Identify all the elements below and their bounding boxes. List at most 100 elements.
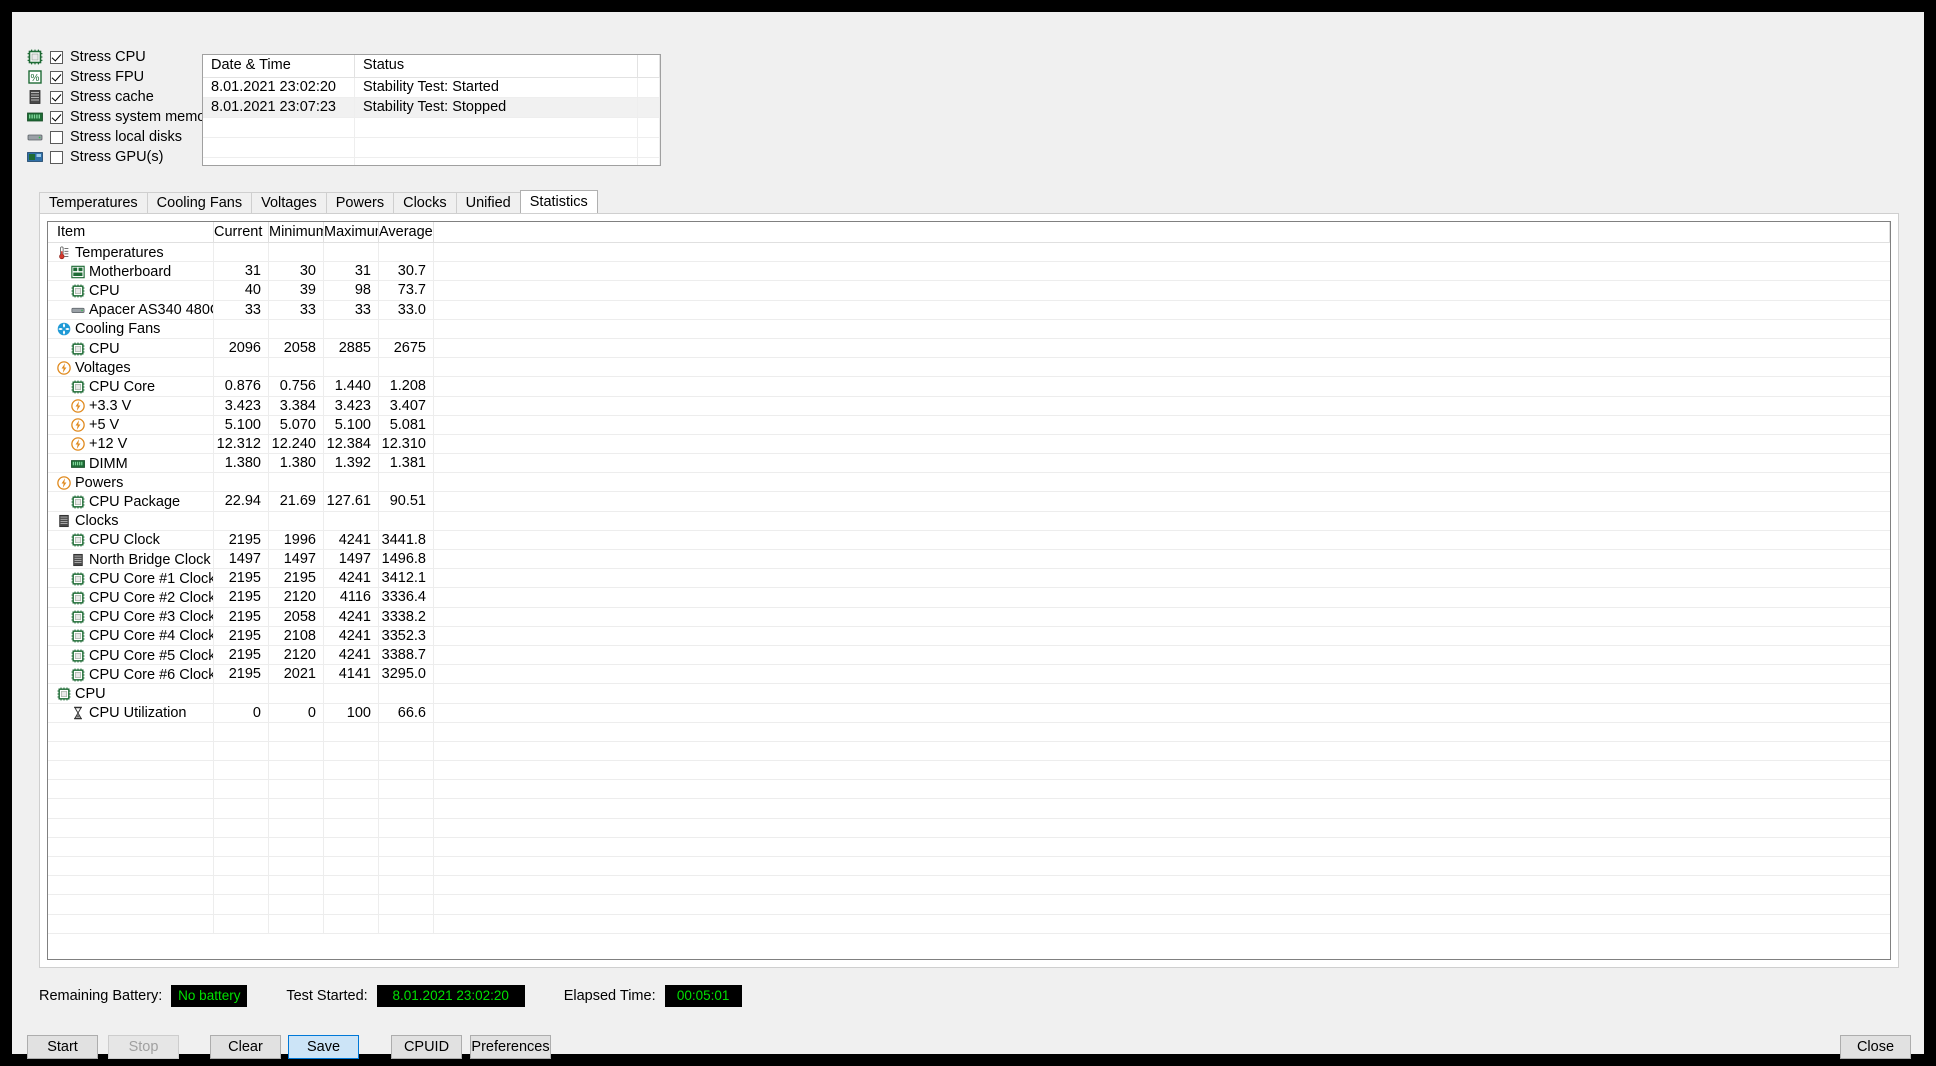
event-log-list[interactable]: Date & Time Status 8.01.2021 23:02:20 Sta… (202, 54, 661, 166)
statistics-row[interactable]: CPU Core #2 Clock 2195 2120 4116 3336.4 (48, 588, 1890, 608)
close-button[interactable]: Close (1840, 1035, 1911, 1059)
statistics-row[interactable]: Powers (48, 473, 1890, 493)
statistics-cell-maximum: 4241 (324, 607, 379, 626)
stop-button: Stop (108, 1035, 179, 1059)
tab-statistics[interactable]: Statistics (519, 190, 598, 213)
statistics-row[interactable]: CPU Utilization 0 0 100 66.6 (48, 703, 1890, 723)
stress-option-checkbox[interactable] (50, 110, 63, 124)
stress-option-row[interactable]: Stress local disks (27, 127, 192, 147)
log-column-status[interactable]: Status (355, 55, 638, 77)
cpu-chip-icon (71, 610, 89, 624)
statistics-cell-maximum (324, 684, 379, 703)
stress-option-checkbox[interactable] (50, 70, 63, 84)
stress-option-checkbox[interactable] (50, 130, 63, 144)
tab-clocks[interactable]: Clocks (393, 192, 457, 213)
clear-button[interactable]: Clear (210, 1035, 281, 1059)
system-stability-test-dialog: Stress CPU% Stress FPU Stress cache Stress … (12, 12, 1924, 1059)
cpuid-button[interactable]: CPUID (391, 1035, 462, 1059)
motherboard-icon (71, 265, 89, 279)
statistics-cell-maximum: 4241 (324, 626, 379, 645)
statistics-cell-minimum: 1996 (269, 530, 324, 549)
statistics-cell-empty (379, 895, 434, 914)
column-header-minimum[interactable]: Minimum (269, 222, 324, 242)
statistics-row[interactable]: CPU (48, 684, 1890, 704)
statistics-cell-current: 2195 (214, 569, 269, 588)
statistics-cell-current: 2195 (214, 626, 269, 645)
statistics-row[interactable]: Temperatures (48, 243, 1890, 263)
statistics-cell-maximum: 5.100 (324, 415, 379, 434)
preferences-button[interactable]: Preferences (470, 1035, 551, 1059)
statistics-grid[interactable]: ItemCurrentMinimumMaximumAverageTemperat… (47, 221, 1891, 960)
stress-option-checkbox[interactable] (50, 150, 63, 164)
statistics-row[interactable]: +3.3 V 3.423 3.384 3.423 3.407 (48, 396, 1890, 416)
statistics-row[interactable]: Cooling Fans (48, 319, 1890, 339)
tab-voltages[interactable]: Voltages (251, 192, 327, 213)
test-started-label: Test Started: (286, 988, 368, 1004)
statistics-row[interactable]: CPU Core #6 Clock 2195 2021 4141 3295.0 (48, 665, 1890, 685)
statistics-header-row: ItemCurrentMinimumMaximumAverage (48, 222, 1890, 243)
statistics-item-label: CPU (89, 340, 120, 357)
statistics-row[interactable]: CPU Core #4 Clock 2195 2108 4241 3352.3 (48, 626, 1890, 646)
statistics-row[interactable]: CPU Core #3 Clock 2195 2058 4241 3338.2 (48, 607, 1890, 627)
statistics-cell-empty (48, 780, 214, 799)
statistics-row[interactable]: CPU Core #5 Clock 2195 2120 4241 3388.7 (48, 645, 1890, 666)
log-cell-empty (203, 138, 355, 157)
stress-option-row[interactable]: % Stress FPU (27, 67, 192, 87)
stress-option-row[interactable]: Stress CPU (27, 47, 192, 67)
statistics-row[interactable]: Clocks (48, 511, 1890, 531)
statistics-row-empty (48, 914, 1890, 934)
statistics-row[interactable]: Voltages (48, 358, 1890, 378)
column-header-maximum[interactable]: Maximum (324, 222, 379, 242)
statistics-cell-item: CPU (48, 281, 214, 300)
statistics-cell-item: Powers (48, 473, 214, 492)
statistics-row[interactable]: CPU 40 39 98 73.7 (48, 281, 1890, 301)
statistics-row[interactable]: CPU Clock 2195 1996 4241 3441.8 (48, 530, 1890, 550)
statistics-cell-empty (324, 780, 379, 799)
tab-unified[interactable]: Unified (455, 192, 521, 213)
stress-options-list: Stress CPU% Stress FPU Stress cache Stress … (27, 47, 217, 167)
statistics-cell-spacer (434, 665, 1890, 683)
column-header-item[interactable]: Item (48, 222, 214, 242)
statistics-cell-current: 40 (214, 281, 269, 300)
statistics-row[interactable]: CPU Package 22.94 21.69 127.61 90.51 (48, 492, 1890, 512)
log-column-datetime[interactable]: Date & Time (203, 55, 355, 77)
stress-option-row[interactable]: Stress cache (27, 87, 192, 107)
start-button[interactable]: Start (27, 1035, 98, 1059)
statistics-cell-empty (324, 857, 379, 876)
statistics-row[interactable]: Motherboard 31 30 31 30.7 (48, 262, 1890, 282)
statistics-row[interactable]: Apacer AS340 480GB33333333.0 (48, 300, 1890, 320)
statistics-cell-empty (214, 857, 269, 876)
statistics-row[interactable]: CPU Core 0.876 0.756 1.440 1.208 (48, 377, 1890, 397)
statistics-row[interactable]: +12 V 12.312 12.240 12.384 12.310 (48, 434, 1890, 455)
statistics-cell-item: CPU (48, 338, 214, 358)
statistics-cell-empty (269, 857, 324, 876)
statistics-cell-item: CPU Clock (48, 530, 214, 549)
tab-cooling-fans[interactable]: Cooling Fans (146, 192, 253, 213)
statistics-cell-minimum (269, 473, 324, 492)
save-button[interactable]: Save (288, 1035, 359, 1059)
column-header-current[interactable]: Current (214, 222, 269, 242)
statistics-cell-average: 30.7 (379, 262, 434, 281)
statistics-cell-maximum: 1.440 (324, 377, 379, 396)
stress-option-row[interactable]: Stress system memory (27, 107, 217, 127)
statistics-row[interactable]: CPU 2096 2058 2885 2675 (48, 338, 1890, 359)
statistics-cell-item: CPU Package (48, 492, 214, 511)
stress-option-checkbox[interactable] (50, 90, 63, 104)
statistics-cell-empty (48, 722, 214, 741)
statistics-cell-minimum: 3.384 (269, 396, 324, 415)
statistics-row[interactable]: DIMM 1.380 1.380 1.392 1.381 (48, 454, 1890, 474)
statistics-row[interactable]: CPU Core #1 Clock 2195 2195 4241 3412.1 (48, 569, 1890, 589)
log-cell-status: Stability Test: Stopped (355, 98, 638, 117)
tab-powers[interactable]: Powers (325, 192, 395, 213)
log-row[interactable]: 8.01.2021 23:07:23 Stability Test: Stoppe… (203, 98, 660, 118)
statistics-cell-empty (324, 741, 379, 761)
log-row[interactable]: 8.01.2021 23:02:20 Stability Test: Starte… (203, 78, 660, 98)
tab-temperatures[interactable]: Temperatures (39, 192, 148, 213)
statistics-cell-current: 0.876 (214, 377, 269, 396)
column-header-average[interactable]: Average (379, 222, 434, 242)
statistics-row[interactable]: North Bridge Clock 1497 1497 1497 1496.8 (48, 550, 1890, 570)
statistics-cell-average: 3336.4 (379, 588, 434, 607)
stress-option-row[interactable]: Stress GPU(s) (27, 147, 192, 167)
stress-option-checkbox[interactable] (50, 50, 63, 64)
statistics-row[interactable]: +5 V 5.100 5.070 5.100 5.081 (48, 415, 1890, 435)
